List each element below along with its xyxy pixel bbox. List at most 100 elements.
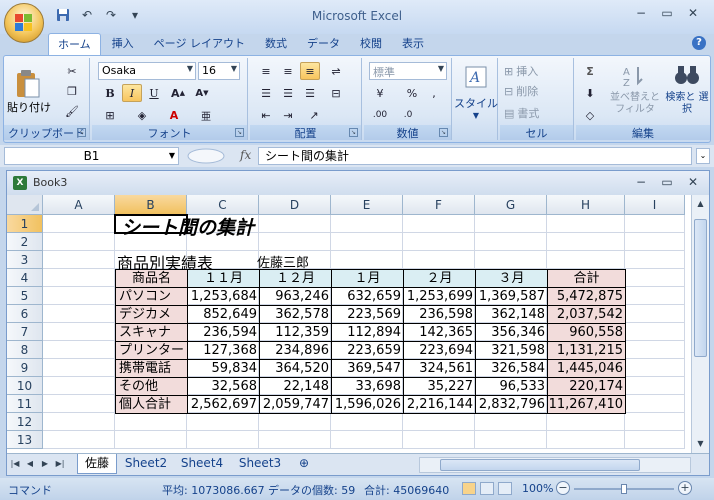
font-size-combo[interactable]: 16 ▼ <box>198 62 240 80</box>
wrap-text-icon[interactable]: ⇌ <box>326 62 346 80</box>
cell[interactable] <box>625 377 685 395</box>
row-header-1[interactable]: 1 <box>7 215 43 233</box>
copy-icon[interactable]: ❐ <box>62 82 82 100</box>
number-launcher-icon[interactable]: ↘ <box>439 128 448 137</box>
increase-indent-icon[interactable]: ⇥ <box>278 106 298 124</box>
number-format-combo[interactable]: 標準 ▼ <box>369 62 447 80</box>
table-cell[interactable]: 1,445,046 <box>547 359 626 378</box>
worksheet-grid[interactable]: A B C D E F G H I 1 2 3 4 5 6 7 8 9 10 11 12 13 シート間の集計 商品別実績表佐… <box>7 195 691 451</box>
office-button[interactable] <box>4 3 44 43</box>
table-cell[interactable]: 364,520 <box>259 359 332 378</box>
tab-home[interactable]: ホーム <box>48 33 101 55</box>
table-cell[interactable]: 223,659 <box>331 341 404 360</box>
table-cell[interactable]: 326,584 <box>475 359 548 378</box>
cell[interactable] <box>403 215 475 233</box>
table-cell[interactable]: 963,246 <box>259 287 332 306</box>
formula-input[interactable]: シート間の集計 <box>258 147 692 165</box>
font-name-combo[interactable]: Osaka ▼ <box>98 62 196 80</box>
cell[interactable] <box>187 431 259 449</box>
normal-view-icon[interactable] <box>462 482 476 495</box>
table-cell[interactable]: 1,253,684 <box>187 287 260 306</box>
cell[interactable] <box>331 413 403 431</box>
column-header-b[interactable]: B <box>115 195 187 215</box>
underline-button[interactable]: U <box>144 84 164 102</box>
table-row-label[interactable]: デジカメ <box>115 305 188 324</box>
sheet-tab-sheet3[interactable]: Sheet3 <box>233 454 287 474</box>
cell[interactable] <box>475 233 547 251</box>
row-header-6[interactable]: 6 <box>7 305 43 323</box>
cell[interactable] <box>625 341 685 359</box>
next-sheet-icon[interactable]: ▶ <box>39 457 51 471</box>
currency-icon[interactable]: ¥ <box>370 84 390 102</box>
bold-button[interactable]: B <box>100 84 120 102</box>
table-cell[interactable]: 324,561 <box>403 359 476 378</box>
zoom-level[interactable]: 100% <box>522 482 553 495</box>
tab-formulas[interactable]: 数式 <box>256 33 296 55</box>
cell[interactable] <box>625 251 685 269</box>
vertical-scrollbar[interactable]: ▲ ▼ <box>691 195 709 453</box>
prev-sheet-icon[interactable]: ◀ <box>24 457 36 471</box>
cell[interactable] <box>259 233 331 251</box>
increase-decimal-icon[interactable]: .00 <box>370 106 390 124</box>
table-cell[interactable]: 59,834 <box>187 359 260 378</box>
cell[interactable] <box>43 215 115 233</box>
row-header-7[interactable]: 7 <box>7 323 43 341</box>
table-cell[interactable]: 852,649 <box>187 305 260 324</box>
table-row-label[interactable]: 携帯電話 <box>115 359 188 378</box>
cell[interactable] <box>43 413 115 431</box>
insert-cells-button[interactable]: ⊞ 挿入 <box>504 62 570 80</box>
align-bottom-icon[interactable]: ≡ <box>300 62 320 80</box>
cell[interactable] <box>115 413 187 431</box>
restore-icon[interactable]: ▭ <box>661 175 673 189</box>
table-row-label[interactable]: その他 <box>115 377 188 396</box>
align-left-icon[interactable]: ☰ <box>256 84 276 102</box>
sheet-tab-sato[interactable]: 佐藤 <box>77 454 117 474</box>
table-cell[interactable]: 112,359 <box>259 323 332 342</box>
horizontal-scrollbar[interactable] <box>419 457 691 473</box>
cell[interactable] <box>43 323 115 341</box>
zoom-slider-knob[interactable] <box>621 484 627 494</box>
cell[interactable] <box>331 431 403 449</box>
column-header-f[interactable]: F <box>403 195 475 215</box>
autosum-button[interactable]: Σ <box>580 62 600 80</box>
table-row-label[interactable]: スキャナ <box>115 323 188 342</box>
table-cell[interactable]: 1,596,026 <box>331 395 404 414</box>
cut-icon[interactable]: ✂ <box>62 62 82 80</box>
align-top-icon[interactable]: ≡ <box>256 62 276 80</box>
cell[interactable] <box>43 395 115 413</box>
cell[interactable] <box>547 413 625 431</box>
find-select-button[interactable]: 検索と 選択 <box>664 90 710 118</box>
italic-button[interactable]: I <box>122 84 142 102</box>
binoculars-icon[interactable] <box>668 62 706 88</box>
tab-data[interactable]: データ <box>298 33 349 55</box>
close-icon[interactable]: ✕ <box>686 6 700 20</box>
table-cell[interactable]: 632,659 <box>331 287 404 306</box>
borders-icon[interactable]: ⊞ <box>100 106 120 124</box>
table-row-label[interactable]: 個人合計 <box>115 395 188 414</box>
cell[interactable] <box>625 269 685 287</box>
font-color-icon[interactable]: A <box>164 106 184 124</box>
align-center-icon[interactable]: ☰ <box>278 84 298 102</box>
cell[interactable] <box>403 233 475 251</box>
cell[interactable] <box>625 305 685 323</box>
cell[interactable] <box>43 269 115 287</box>
cell[interactable] <box>43 359 115 377</box>
decrease-indent-icon[interactable]: ⇤ <box>256 106 276 124</box>
format-cells-button[interactable]: ▤ 書式 <box>504 104 570 122</box>
table-cell[interactable]: 362,148 <box>475 305 548 324</box>
fill-icon[interactable]: ⬇ <box>580 84 600 102</box>
sort-filter-icon[interactable]: AZ <box>608 62 660 88</box>
insert-sheet-icon[interactable]: ⊕ <box>291 454 317 474</box>
tab-review[interactable]: 校閲 <box>351 33 391 55</box>
table-cell[interactable]: 2,216,144 <box>403 395 476 414</box>
cell[interactable] <box>625 323 685 341</box>
first-sheet-icon[interactable]: |◀ <box>9 457 21 471</box>
table-cell[interactable]: 236,598 <box>403 305 476 324</box>
cell[interactable] <box>259 413 331 431</box>
row-header-10[interactable]: 10 <box>7 377 43 395</box>
cell[interactable] <box>625 215 685 233</box>
cell[interactable] <box>625 395 685 413</box>
align-right-icon[interactable]: ☰ <box>300 84 320 102</box>
table-cell[interactable]: 234,896 <box>259 341 332 360</box>
percent-button[interactable]: % <box>402 84 422 102</box>
